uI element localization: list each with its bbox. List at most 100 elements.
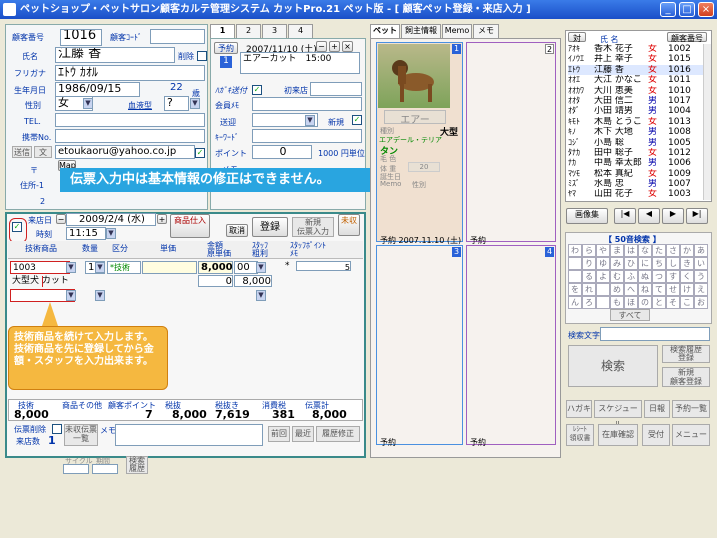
visit-tab-1[interactable]: 1 xyxy=(210,24,235,38)
kana-key[interactable]: た xyxy=(652,244,666,257)
kana-key[interactable]: お xyxy=(694,296,708,309)
kana-key[interactable]: よ xyxy=(596,270,610,283)
kana-key[interactable]: ぬ xyxy=(638,270,652,283)
kana-key[interactable]: ろ xyxy=(582,296,596,309)
kana-key[interactable]: く xyxy=(680,270,694,283)
tab-memo[interactable]: メモ xyxy=(473,24,499,38)
row1-amount[interactable]: 8,000 xyxy=(198,261,233,274)
kana-key[interactable]: へ xyxy=(624,283,638,296)
table-row[interactable]: ｺｼﾞ 小島 聡 男 1005 xyxy=(568,138,708,148)
search-history-button[interactable]: 検索 履歴 xyxy=(126,456,148,474)
email-checkbox[interactable]: ✓ xyxy=(195,148,205,158)
tab-owner[interactable]: 飼主情報 xyxy=(401,24,441,38)
reception-button[interactable]: 受付 xyxy=(642,424,670,446)
date-prev-button[interactable]: − xyxy=(56,214,66,224)
table-row[interactable]: ﾔﾏ 山田 花子 女 1003 xyxy=(568,189,708,199)
kana-key[interactable]: り xyxy=(582,257,596,270)
stock-check-button[interactable]: 在庫確認 xyxy=(598,424,638,446)
kana-key[interactable]: ふ xyxy=(624,270,638,283)
email-send-button[interactable]: 送信 xyxy=(12,146,32,158)
mobile-field[interactable] xyxy=(55,129,205,143)
name-field[interactable]: 江藤 香 xyxy=(55,47,175,63)
table-row[interactable]: ｵﾀﾞ 小田 靖男 男 1004 xyxy=(568,106,708,116)
kana-key[interactable]: え xyxy=(694,283,708,296)
pet-name-field[interactable]: エアー xyxy=(384,110,446,126)
daily-report-button[interactable]: 日報 xyxy=(644,400,670,418)
table-row[interactable]: ｵｵｴ 大江 かなこ女 1011 xyxy=(568,75,708,85)
kana-key[interactable]: ひ xyxy=(624,257,638,270)
customer-code-field[interactable] xyxy=(150,29,205,44)
table-row[interactable]: ﾏﾂﾓ 松本 真紀 女 1009 xyxy=(568,169,708,179)
kana-key[interactable]: ゆ xyxy=(596,257,610,270)
register-button[interactable]: 登録 xyxy=(252,217,288,237)
postcard-button[interactable]: ハガキ xyxy=(566,400,592,418)
reserve-add-button[interactable]: + xyxy=(329,41,340,52)
tab-memo-en[interactable]: Memo xyxy=(442,24,472,38)
kana-key[interactable]: き xyxy=(680,257,694,270)
member-memo-field[interactable] xyxy=(252,97,362,111)
row2-qty-dropdown-icon[interactable]: ▼ xyxy=(95,290,105,301)
kana-key[interactable]: か xyxy=(680,244,694,257)
pet-slot-2[interactable] xyxy=(466,42,556,242)
points-field[interactable]: 0 xyxy=(252,145,312,159)
customer-no-field[interactable]: 1016 xyxy=(60,29,102,46)
kana-key[interactable] xyxy=(596,283,610,296)
postcard-checkbox[interactable]: ✓ xyxy=(252,85,262,95)
search-button[interactable]: 検索 xyxy=(568,345,658,387)
kana-key[interactable]: を xyxy=(568,283,582,296)
date-next-button[interactable]: + xyxy=(157,214,167,224)
kana-key[interactable]: や xyxy=(596,244,610,257)
pickup-dropdown-icon[interactable]: ▼ xyxy=(305,115,315,126)
visit-date-field[interactable]: 2009/2/4 (水) xyxy=(66,213,156,226)
reserve-prev-button[interactable]: − xyxy=(316,41,327,52)
kana-key[interactable]: し xyxy=(666,257,680,270)
kana-key[interactable]: ん xyxy=(568,296,582,309)
kana-key[interactable]: と xyxy=(652,296,666,309)
kana-key[interactable]: け xyxy=(680,283,694,296)
prev-visit-button[interactable]: 前回 xyxy=(268,426,290,442)
kana-key[interactable]: の xyxy=(638,296,652,309)
nav-next-button[interactable]: ▶ xyxy=(662,208,684,224)
sex-dropdown-icon[interactable]: ▼ xyxy=(83,98,93,109)
reserve-button[interactable]: 予約 xyxy=(214,42,238,54)
keyword-field[interactable] xyxy=(252,129,362,143)
table-row[interactable]: ｱｵｷ 香木 花子 女 1002 xyxy=(568,44,708,54)
reserve-close-button[interactable]: × xyxy=(342,41,353,52)
tab-pet[interactable]: ペット xyxy=(370,24,400,38)
kana-key[interactable]: つ xyxy=(652,270,666,283)
row2-staff-dropdown-icon[interactable]: ▼ xyxy=(256,290,266,301)
list-scrollbar[interactable] xyxy=(703,44,711,200)
visit-tab-2[interactable]: 2 xyxy=(236,24,261,38)
delete-checkbox[interactable] xyxy=(197,51,207,61)
table-row[interactable]: ｵｵﾀ 大田 信二 男 1017 xyxy=(568,96,708,106)
row1-staff[interactable]: 00 xyxy=(234,261,258,274)
email-text-button[interactable]: 文 xyxy=(34,146,52,158)
list-header-no[interactable]: 顧客番号 xyxy=(667,32,707,43)
search-history-register-button[interactable]: 検索履歴 登録 xyxy=(662,345,710,363)
pet-weight-field[interactable]: 20 xyxy=(408,162,440,172)
kana-key[interactable]: む xyxy=(610,270,624,283)
interval-field[interactable] xyxy=(92,464,118,474)
unpaid-button[interactable]: 未収 xyxy=(338,214,360,236)
reserve-list-button[interactable]: 予約一覧 xyxy=(672,400,710,418)
row1-kind[interactable]: *技術 xyxy=(107,261,141,274)
unpaid-list-button[interactable]: 未収伝票 一覧 xyxy=(64,424,98,446)
kana-key[interactable]: は xyxy=(624,244,638,257)
kana-key[interactable]: わ xyxy=(568,244,582,257)
table-row[interactable]: ﾐｽﾞ 水島 忠 男 1007 xyxy=(568,179,708,189)
email-field[interactable]: etoukaoru@yahoo.co.jp xyxy=(55,145,195,159)
reserve-content[interactable]: エアーカット 15:00 xyxy=(240,52,360,74)
maximize-button[interactable]: □ xyxy=(679,2,695,17)
blood-select[interactable]: ? xyxy=(164,96,189,111)
schedule-button[interactable]: スケジュール xyxy=(594,400,642,429)
first-visit-field[interactable] xyxy=(310,82,362,96)
row1-staff-dropdown-icon[interactable]: ▼ xyxy=(256,262,266,273)
kana-key[interactable]: ら xyxy=(582,244,596,257)
kana-key[interactable]: あ xyxy=(694,244,708,257)
kana-key[interactable]: れ xyxy=(582,283,596,296)
tel-field[interactable] xyxy=(55,113,205,127)
list-header-kana[interactable]: 対 xyxy=(568,32,586,43)
new-customer-button[interactable]: 新規 顧客登録 xyxy=(662,367,710,387)
time-dropdown-icon[interactable]: ▼ xyxy=(106,228,116,239)
new-slip-button[interactable]: 新規 伝票入力 xyxy=(292,217,334,237)
